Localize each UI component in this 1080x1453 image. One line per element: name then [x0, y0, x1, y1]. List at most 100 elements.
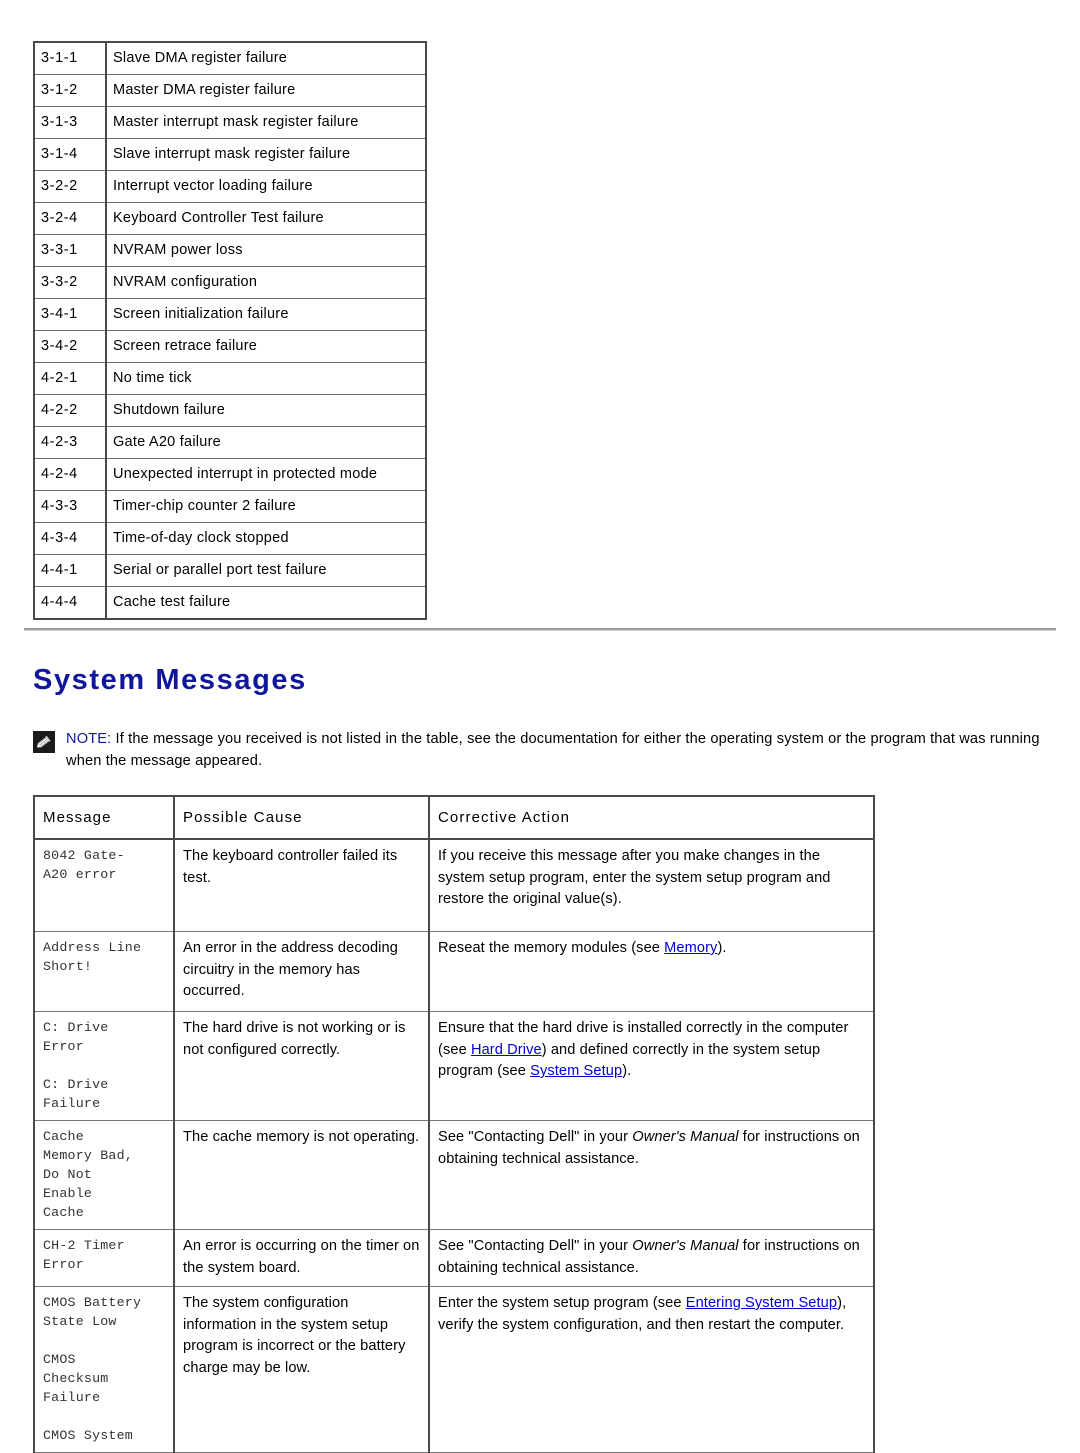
table-row: 4-4-4 Cache test failure [33, 586, 427, 620]
table-row: 4-4-1 Serial or parallel port test failur… [33, 554, 427, 587]
corrective-action-cell: See "Contacting Dell" in your Owner's Ma… [428, 1120, 875, 1230]
beep-description-cell: Cache test failure [105, 586, 427, 620]
beep-code-cell: 4-4-1 [33, 554, 107, 587]
message-cell: C: Drive Error C: Drive Failure [33, 1011, 175, 1121]
doc-link[interactable]: Memory [664, 940, 717, 956]
note-pencil-icon [33, 731, 55, 753]
table-row: 3-2-4 Keyboard Controller Test failure [33, 202, 427, 235]
beep-description-cell: No time tick [105, 362, 427, 395]
beep-description-cell: Serial or parallel port test failure [105, 554, 427, 587]
doc-link[interactable]: Entering System Setup [686, 1295, 837, 1311]
possible-cause-cell: An error is occurring on the timer on th… [173, 1229, 430, 1287]
beep-code-table-container: 3-1-1 Slave DMA register failure 3-1-2 Mast… [33, 41, 427, 620]
table-row: 3-1-3 Master interrupt mask register fail… [33, 106, 427, 139]
section-divider [24, 628, 1056, 631]
message-cell: CMOS Battery State Low CMOS Checksum Fai… [33, 1286, 175, 1453]
table-row: 4-2-3 Gate A20 failure [33, 426, 427, 459]
corrective-action-cell: Ensure that the hard drive is installed … [428, 1011, 875, 1121]
beep-code-cell: 4-3-4 [33, 522, 107, 555]
table-header-row: Message Possible Cause Corrective Action [33, 795, 875, 840]
corrective-action-cell: Enter the system setup program (see Ente… [428, 1286, 875, 1453]
beep-code-table: 3-1-1 Slave DMA register failure 3-1-2 Mast… [33, 41, 427, 620]
corrective-action-cell: Reseat the memory modules (see Memory). [428, 931, 875, 1012]
beep-description-cell: Gate A20 failure [105, 426, 427, 459]
corrective-action-cell: If you receive this message after you ma… [428, 838, 875, 932]
table-row: Cache Memory Bad, Do Not Enable Cache The… [33, 1120, 875, 1230]
document-page: 3-1-1 Slave DMA register failure 3-1-2 Mast… [0, 0, 1080, 1453]
note-body-text: If the message you received is not liste… [66, 731, 1040, 769]
note-block: NOTE: If the message you received is not… [33, 728, 1053, 772]
action-text: ). [622, 1063, 632, 1079]
beep-code-cell: 4-2-4 [33, 458, 107, 491]
page-title: System Messages [33, 664, 307, 696]
beep-description-cell: Keyboard Controller Test failure [105, 202, 427, 235]
beep-description-cell: Interrupt vector loading failure [105, 170, 427, 203]
action-text: If you receive this message after you ma… [438, 848, 831, 907]
beep-code-cell: 3-1-4 [33, 138, 107, 171]
note-label: NOTE: [66, 731, 112, 747]
doc-link[interactable]: System Setup [530, 1063, 622, 1079]
beep-code-cell: 4-2-3 [33, 426, 107, 459]
table-row: 4-2-4 Unexpected interrupt in protected m… [33, 458, 427, 491]
note-text: NOTE: If the message you received is not… [66, 728, 1053, 772]
beep-description-cell: Screen retrace failure [105, 330, 427, 363]
beep-code-cell: 4-2-1 [33, 362, 107, 395]
action-text: ). [717, 940, 727, 956]
beep-description-cell: Screen initialization failure [105, 298, 427, 331]
table-row: 8042 Gate- A20 error The keyboard control… [33, 838, 875, 932]
table-row: C: Drive Error C: Drive Failure The hard … [33, 1011, 875, 1121]
beep-description-cell: Slave DMA register failure [105, 41, 427, 75]
beep-code-cell: 3-1-1 [33, 41, 107, 75]
beep-code-cell: 3-4-2 [33, 330, 107, 363]
table-row: 4-3-4 Time-of-day clock stopped [33, 522, 427, 555]
beep-description-cell: NVRAM power loss [105, 234, 427, 267]
table-row: 3-1-1 Slave DMA register failure [33, 41, 427, 75]
possible-cause-cell: The hard drive is not working or is not … [173, 1011, 430, 1121]
beep-description-cell: Timer-chip counter 2 failure [105, 490, 427, 523]
table-row: 3-3-2 NVRAM configuration [33, 266, 427, 299]
table-row: 3-1-2 Master DMA register failure [33, 74, 427, 107]
doc-link[interactable]: Hard Drive [471, 1042, 542, 1058]
beep-code-cell: 4-3-3 [33, 490, 107, 523]
table-row: CH-2 Timer Error An error is occurring on… [33, 1229, 875, 1287]
beep-code-cell: 3-1-3 [33, 106, 107, 139]
table-row: 3-3-1 NVRAM power loss [33, 234, 427, 267]
table-row: 3-4-2 Screen retrace failure [33, 330, 427, 363]
beep-code-cell: 3-1-2 [33, 74, 107, 107]
table-row: 4-2-1 No time tick [33, 362, 427, 395]
beep-code-cell: 3-3-2 [33, 266, 107, 299]
possible-cause-cell: The cache memory is not operating. [173, 1120, 430, 1230]
beep-code-cell: 3-2-2 [33, 170, 107, 203]
beep-code-cell: 4-4-4 [33, 586, 107, 620]
message-cell: Address Line Short! [33, 931, 175, 1012]
message-cell: 8042 Gate- A20 error [33, 838, 175, 932]
action-text: Reseat the memory modules (see [438, 940, 665, 956]
beep-description-cell: Slave interrupt mask register failure [105, 138, 427, 171]
beep-code-cell: 3-3-1 [33, 234, 107, 267]
manual-title: Owner's Manual [632, 1129, 739, 1145]
beep-code-cell: 3-4-1 [33, 298, 107, 331]
beep-description-cell: Unexpected interrupt in protected mode [105, 458, 427, 491]
table-row: CMOS Battery State Low CMOS Checksum Fai… [33, 1286, 875, 1453]
possible-cause-cell: The keyboard controller failed its test. [173, 838, 430, 932]
possible-cause-cell: The system configuration information in … [173, 1286, 430, 1453]
beep-code-cell: 4-2-2 [33, 394, 107, 427]
beep-description-cell: NVRAM configuration [105, 266, 427, 299]
column-header: Corrective Action [428, 795, 875, 840]
action-text: See "Contacting Dell" in your [438, 1238, 633, 1254]
beep-description-cell: Master interrupt mask register failure [105, 106, 427, 139]
manual-title: Owner's Manual [632, 1238, 739, 1254]
table-row: 3-4-1 Screen initialization failure [33, 298, 427, 331]
message-cell: CH-2 Timer Error [33, 1229, 175, 1287]
table-row: 4-2-2 Shutdown failure [33, 394, 427, 427]
beep-description-cell: Shutdown failure [105, 394, 427, 427]
possible-cause-cell: An error in the address decoding circuit… [173, 931, 430, 1012]
column-header: Message [33, 795, 175, 840]
action-text: Enter the system setup program (see [438, 1295, 686, 1311]
message-cell: Cache Memory Bad, Do Not Enable Cache [33, 1120, 175, 1230]
action-text: See "Contacting Dell" in your [438, 1129, 633, 1145]
table-row: 3-1-4 Slave interrupt mask register failu… [33, 138, 427, 171]
table-row: 3-2-2 Interrupt vector loading failure [33, 170, 427, 203]
system-messages-table: Message Possible Cause Corrective Action 80… [33, 795, 875, 1453]
beep-description-cell: Time-of-day clock stopped [105, 522, 427, 555]
